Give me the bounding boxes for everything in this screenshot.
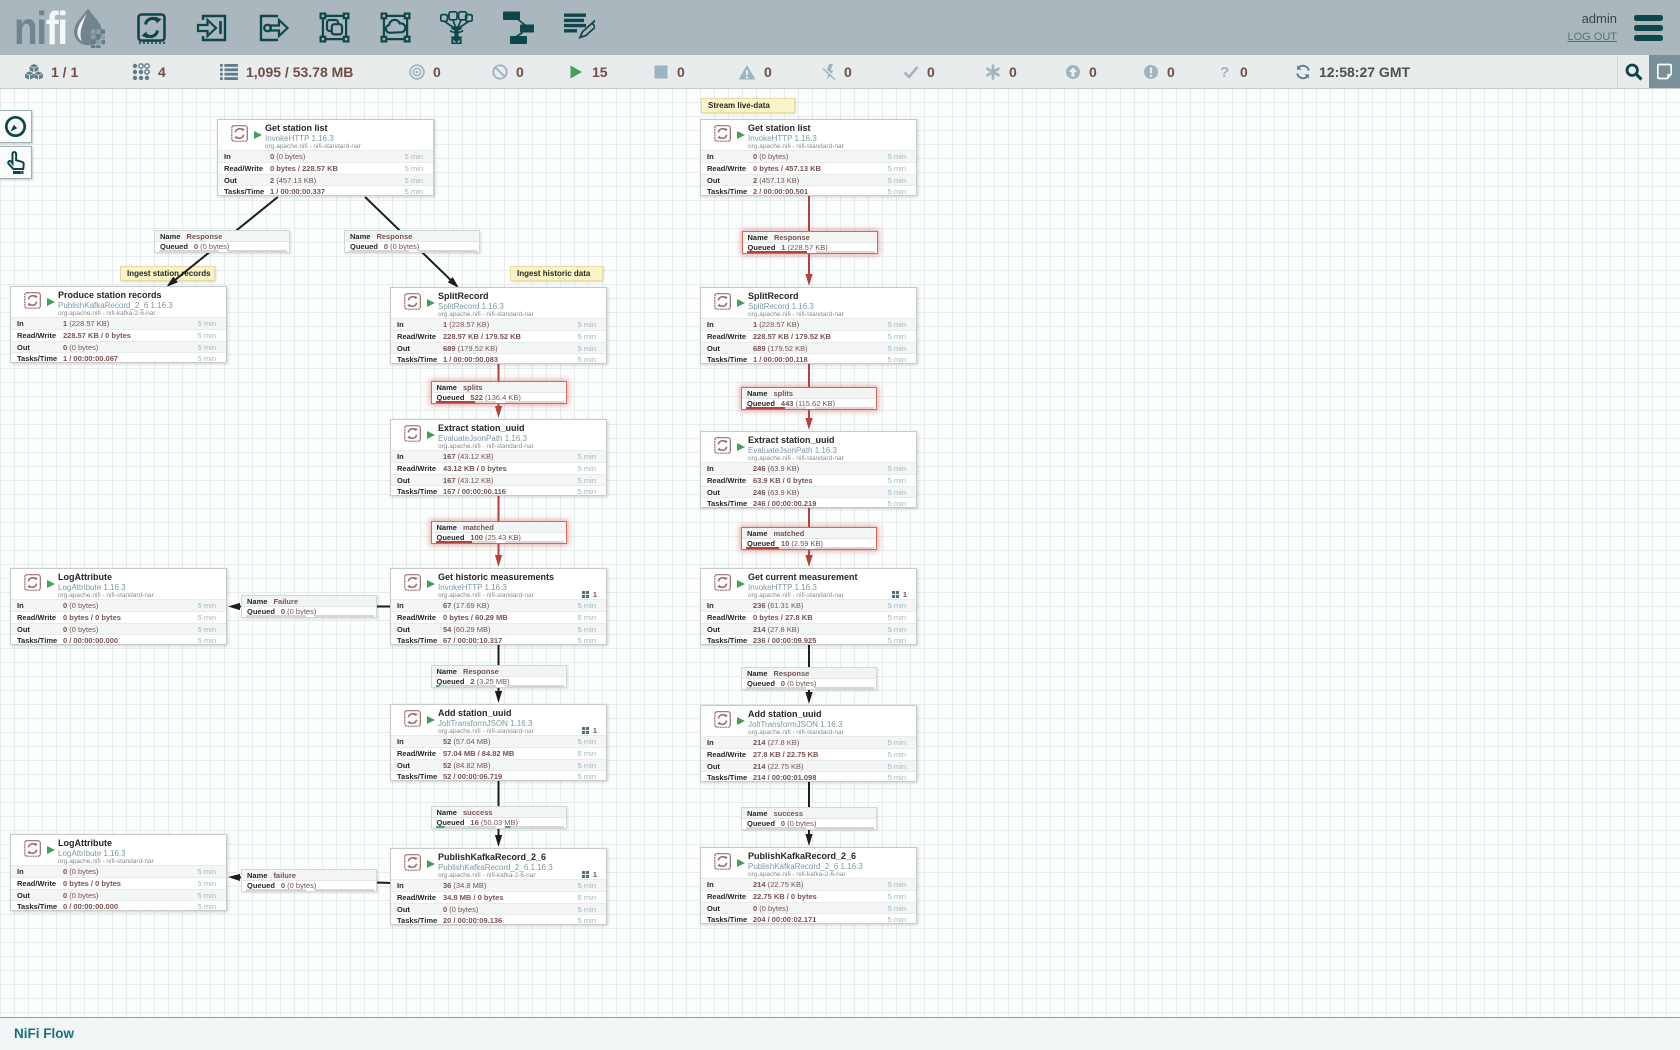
svg-text:?: ? (1220, 64, 1229, 80)
